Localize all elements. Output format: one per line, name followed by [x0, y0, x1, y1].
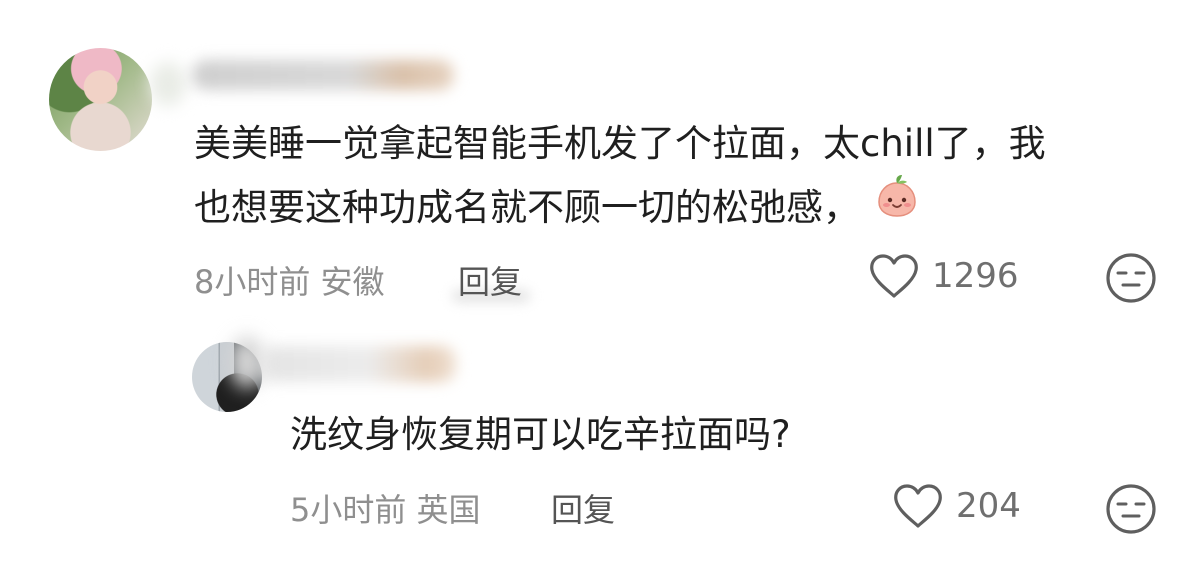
- blurred-username-edge: [150, 62, 186, 106]
- blurred-username-edge: [230, 336, 264, 388]
- avatar[interactable]: [49, 48, 152, 151]
- heart-outline-icon: [892, 482, 944, 530]
- comment-location: 安徽: [320, 263, 385, 301]
- comment-text-line2: 也想要这种功成名就不顾一切的松弛感，: [194, 186, 860, 229]
- dislike-button[interactable]: [1105, 483, 1157, 539]
- reply-button[interactable]: 回复: [458, 257, 522, 303]
- like-count: 1296: [932, 256, 1019, 296]
- like-button[interactable]: 204: [892, 482, 1021, 530]
- dislike-button[interactable]: [1105, 252, 1157, 308]
- blurred-username[interactable]: [260, 346, 456, 382]
- peach-face-icon: [874, 173, 920, 238]
- comment-text: 美美睡一觉拿起智能手机发了个拉面，太chill了，我: [194, 122, 1046, 165]
- like-count: 204: [956, 486, 1021, 526]
- heart-outline-icon: [868, 252, 920, 300]
- comment-time: 8小时前: [194, 263, 311, 301]
- like-button[interactable]: 1296: [868, 252, 1019, 300]
- reply-comment-text: 洗纹身恢复期可以吃辛拉面吗?: [290, 413, 791, 456]
- comment-location: 英国: [416, 491, 481, 529]
- reply-button[interactable]: 回复: [551, 485, 615, 531]
- expressionless-face-icon: [1105, 253, 1157, 308]
- expressionless-face-icon: [1105, 484, 1157, 539]
- comment-meta: 8小时前 安徽: [194, 257, 385, 303]
- comment-time: 5小时前: [290, 491, 407, 529]
- blurred-username[interactable]: [192, 60, 454, 90]
- comment-text-continued: 也想要这种功成名就不顾一切的松弛感，: [194, 175, 920, 242]
- comment-meta: 5小时前 英国: [290, 485, 481, 531]
